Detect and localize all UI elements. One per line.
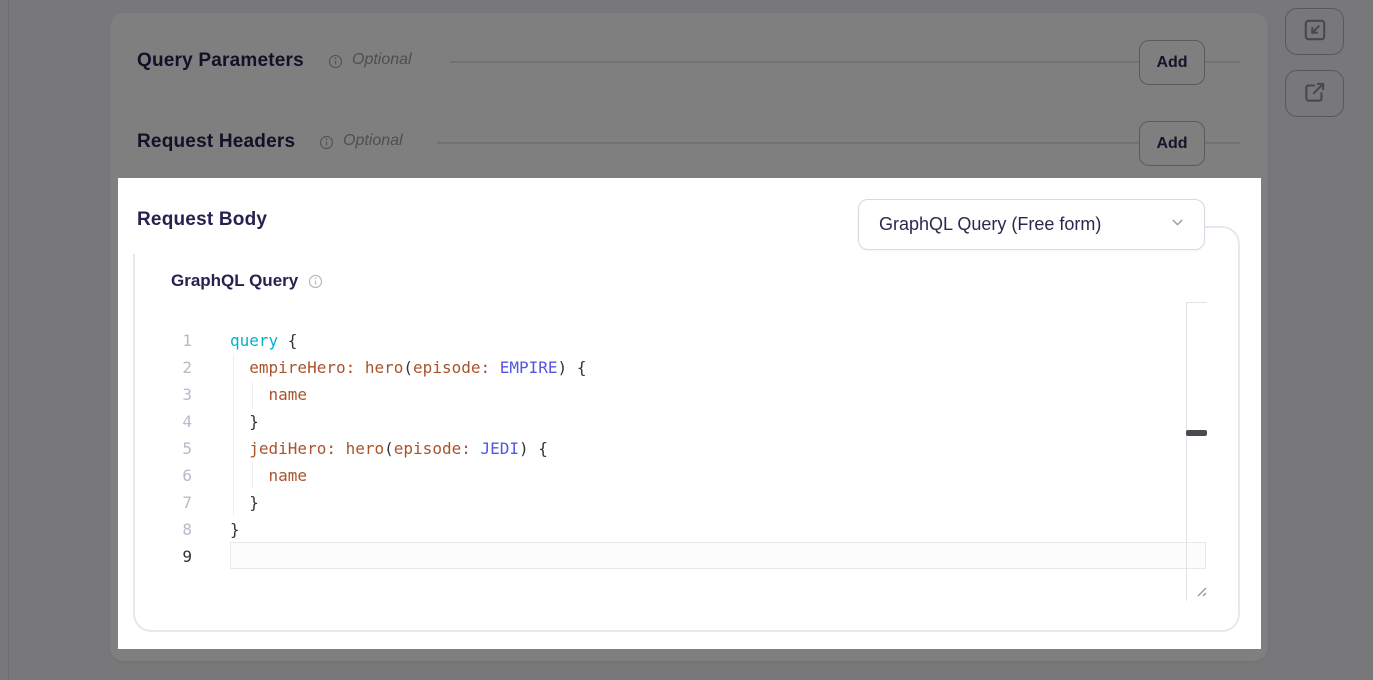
code-line[interactable]: } bbox=[230, 489, 586, 516]
line-number: 5 bbox=[150, 435, 192, 462]
line-number: 3 bbox=[150, 381, 192, 408]
info-icon[interactable] bbox=[308, 274, 323, 289]
code-line[interactable]: } bbox=[230, 408, 586, 435]
edit-box-icon bbox=[1302, 17, 1328, 46]
info-icon[interactable] bbox=[319, 135, 334, 150]
line-number: 9 bbox=[150, 543, 192, 570]
body-type-selected-value: GraphQL Query (Free form) bbox=[879, 214, 1101, 235]
editor-gutter: 123456789 bbox=[150, 327, 192, 570]
query-parameters-title: Query Parameters bbox=[137, 50, 304, 72]
query-parameters-optional-label: Optional bbox=[352, 51, 412, 69]
line-number: 7 bbox=[150, 489, 192, 516]
line-number: 4 bbox=[150, 408, 192, 435]
body-type-select[interactable]: GraphQL Query (Free form) bbox=[858, 199, 1205, 250]
line-number: 2 bbox=[150, 354, 192, 381]
add-request-header-button[interactable]: Add bbox=[1139, 121, 1205, 166]
editor-scrollbar-track bbox=[1186, 302, 1207, 601]
graphql-query-label-row: GraphQL Query bbox=[171, 271, 323, 291]
line-number: 6 bbox=[150, 462, 192, 489]
resize-handle-icon[interactable] bbox=[1192, 582, 1208, 603]
code-line[interactable]: jediHero: hero(episode: JEDI) { bbox=[230, 435, 586, 462]
line-number: 8 bbox=[150, 516, 192, 543]
edit-request-button[interactable] bbox=[1285, 8, 1344, 55]
request-headers-optional-label: Optional bbox=[343, 132, 403, 150]
chevron-down-icon bbox=[1169, 214, 1186, 236]
line-number: 1 bbox=[150, 327, 192, 354]
code-line[interactable]: query { bbox=[230, 327, 586, 354]
external-link-icon bbox=[1302, 79, 1328, 108]
request-headers-title: Request Headers bbox=[137, 131, 295, 153]
open-external-button[interactable] bbox=[1285, 70, 1344, 117]
request-body-title: Request Body bbox=[137, 209, 267, 231]
code-line[interactable]: name bbox=[230, 381, 586, 408]
query-parameters-divider bbox=[450, 61, 1240, 63]
add-query-parameter-button[interactable]: Add bbox=[1139, 40, 1205, 85]
code-line[interactable]: empireHero: hero(episode: EMPIRE) { bbox=[230, 354, 586, 381]
code-line[interactable] bbox=[230, 543, 586, 570]
editor-scrollbar-thumb[interactable] bbox=[1186, 430, 1207, 436]
request-headers-divider bbox=[437, 142, 1240, 144]
editor-code[interactable]: query { empireHero: hero(episode: EMPIRE… bbox=[230, 327, 586, 570]
graphql-query-label: GraphQL Query bbox=[171, 271, 298, 291]
info-icon[interactable] bbox=[328, 54, 343, 69]
window-edge-divider bbox=[8, 0, 9, 680]
code-line[interactable]: } bbox=[230, 516, 586, 543]
code-line[interactable]: name bbox=[230, 462, 586, 489]
